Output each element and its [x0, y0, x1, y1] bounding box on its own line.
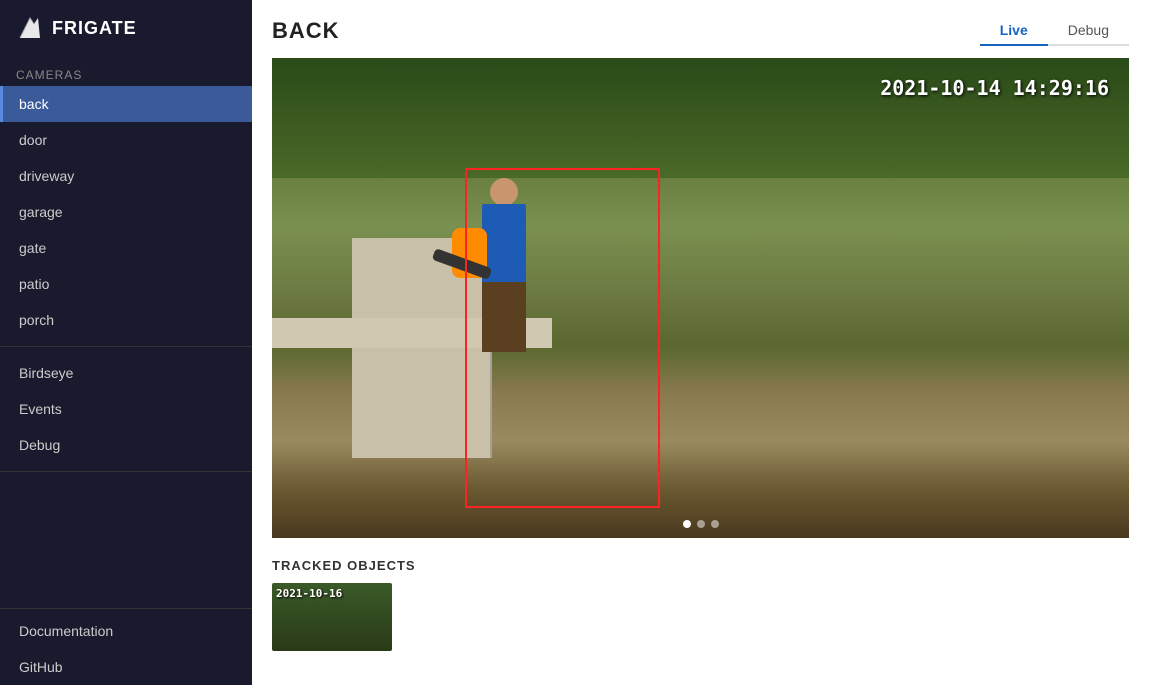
sidebar-item-door[interactable]: door [0, 122, 252, 158]
sidebar-divider-2 [0, 471, 252, 472]
sidebar-item-porch[interactable]: porch [0, 302, 252, 338]
frigate-icon [16, 14, 44, 42]
sidebar-item-patio[interactable]: patio [0, 266, 252, 302]
camera-timestamp: 2021-10-14 14:29:16 [880, 76, 1109, 100]
sidebar-item-github[interactable]: GitHub [0, 649, 252, 685]
sidebar-bottom: Documentation GitHub [0, 608, 252, 685]
main-content: BACK Live Debug 2021-10- [252, 0, 1149, 685]
dot-3[interactable] [711, 520, 719, 528]
sidebar-item-gate[interactable]: gate [0, 230, 252, 266]
thumbnail-date: 2021-10-16 [276, 587, 342, 600]
sidebar-item-documentation[interactable]: Documentation [0, 613, 252, 649]
page-header: BACK Live Debug [272, 16, 1129, 46]
cameras-section-label: Cameras [0, 56, 252, 86]
tracked-objects-section: TRACKED OBJECTS 2021-10-16 [272, 554, 1129, 651]
page-title: BACK [272, 18, 340, 44]
dot-2[interactable] [697, 520, 705, 528]
dot-1[interactable] [683, 520, 691, 528]
sidebar-item-garage[interactable]: garage [0, 194, 252, 230]
tracked-thumbnail[interactable]: 2021-10-16 [272, 583, 392, 651]
carousel-dots [683, 520, 719, 528]
sidebar-item-events[interactable]: Events [0, 391, 252, 427]
sidebar-item-birdseye[interactable]: Birdseye [0, 355, 252, 391]
tab-bar: Live Debug [980, 16, 1129, 46]
tracked-objects-title: TRACKED OBJECTS [272, 558, 1129, 573]
tab-debug[interactable]: Debug [1048, 16, 1129, 46]
app-name: FRIGATE [52, 18, 137, 39]
camera-feed: 2021-10-14 14:29:16 [272, 58, 1129, 538]
sidebar: FRIGATE Cameras back door driveway garag… [0, 0, 252, 685]
detection-box [465, 168, 660, 508]
sidebar-item-debug[interactable]: Debug [0, 427, 252, 463]
tab-live[interactable]: Live [980, 16, 1048, 46]
camera-view: 2021-10-14 14:29:16 [272, 58, 1129, 538]
sidebar-item-back[interactable]: back [0, 86, 252, 122]
sidebar-divider-1 [0, 346, 252, 347]
sidebar-item-driveway[interactable]: driveway [0, 158, 252, 194]
app-logo[interactable]: FRIGATE [0, 0, 252, 56]
